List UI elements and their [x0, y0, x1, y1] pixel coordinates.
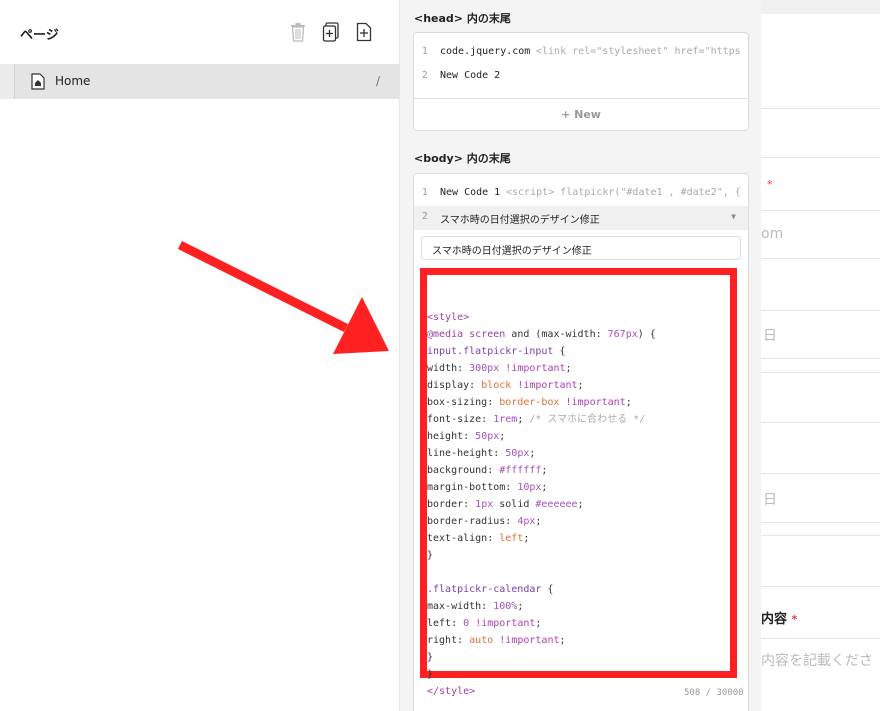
divider: [761, 157, 880, 158]
code-line: }: [427, 652, 434, 663]
code-line: }: [427, 550, 434, 561]
form-preview-panel: * om 日 日 内容 * 内容を記載くださ: [761, 0, 880, 711]
code-line: font-size: 1rem; /* スマホに合わせる */: [427, 414, 646, 425]
code-line: display: block !important;: [427, 380, 584, 391]
code-title-input[interactable]: スマホ時の日付選択のデザイン修正: [421, 236, 741, 260]
screen: ページ Home / <head> 内の末尾 1 code.jquery.com…: [0, 0, 880, 711]
code-name: New Code 2: [440, 70, 501, 81]
code-line: }: [427, 669, 434, 680]
head-section-label: <head> 内の末尾: [414, 12, 511, 25]
divider: [761, 638, 880, 639]
body-code-item-1[interactable]: 1 New Code 1 <script> flatpickr("#date1 …: [414, 182, 748, 206]
add-page-icon[interactable]: [354, 21, 374, 43]
divider: [761, 258, 880, 259]
head-code-item-1[interactable]: 1 code.jquery.com <link rel="stylesheet"…: [414, 41, 748, 65]
code-editor-content: <style> @media screen and (max-width: 767…: [427, 292, 730, 700]
code-line: text-align: left;: [427, 533, 530, 544]
code-line: input.flatpickr-input {: [427, 346, 566, 357]
caret-down-icon[interactable]: ▼: [731, 212, 736, 221]
character-counter: 508 / 30000: [684, 688, 744, 698]
trash-icon[interactable]: [288, 21, 308, 43]
email-placeholder[interactable]: om: [761, 226, 783, 242]
body-section-label: <body> 内の末尾: [414, 152, 511, 165]
add-head-code-button[interactable]: + New: [414, 98, 748, 130]
divider: [761, 473, 880, 474]
divider: [761, 522, 880, 523]
form-top-bar: [761, 0, 880, 14]
code-line: margin-bottom: 10px;: [427, 482, 548, 493]
code-line: border-radius: 4px;: [427, 516, 542, 527]
code-line: width: 300px !important;: [427, 363, 572, 374]
line-number: 2: [422, 70, 428, 81]
page-row-indent: [14, 64, 15, 99]
divider: [761, 210, 880, 211]
code-line: right: auto !important;: [427, 635, 566, 646]
pages-header: ページ: [0, 0, 400, 64]
page-item-home[interactable]: Home /: [0, 64, 400, 99]
divider: [761, 108, 880, 109]
line-number: 1: [422, 46, 428, 57]
divider: [761, 586, 880, 587]
line-number: 2: [422, 211, 428, 222]
code-line: max-width: 100%;: [427, 601, 524, 612]
content-label: 内容 *: [761, 608, 797, 627]
divider: [761, 310, 880, 311]
content-label-text: 内容: [761, 612, 788, 627]
red-arrow-annotation: [177, 240, 389, 354]
divider: [761, 372, 880, 373]
code-name: スマホ時の日付選択のデザイン修正: [440, 215, 600, 226]
line-number: 1: [422, 187, 428, 198]
code-line: .flatpickr-calendar {: [427, 584, 554, 595]
code-line: height: 50px;: [427, 431, 506, 442]
code-line: line-height: 50px;: [427, 448, 536, 459]
content-placeholder[interactable]: 内容を記載くださ: [761, 650, 873, 670]
head-code-item-2[interactable]: 2 New Code 2: [414, 65, 748, 89]
code-line: border: 1px solid #eeeeee;: [427, 499, 584, 510]
duplicate-page-icon[interactable]: [321, 21, 341, 43]
divider: [761, 422, 880, 423]
divider: [761, 535, 880, 536]
code-name: New Code 1: [440, 187, 501, 198]
pages-title: ページ: [20, 28, 59, 43]
code-line: <style>: [427, 312, 470, 323]
date-placeholder-1[interactable]: 日: [763, 325, 777, 345]
required-mark: *: [791, 613, 798, 626]
code-name: code.jquery.com: [440, 46, 531, 57]
home-page-icon: [31, 73, 45, 90]
required-mark: *: [767, 178, 773, 191]
code-editor[interactable]: <style> @media screen and (max-width: 767…: [420, 268, 737, 697]
page-slug: /: [375, 74, 380, 88]
code-line: background: #ffffff;: [427, 465, 548, 476]
code-line: box-sizing: border-box !important;: [427, 397, 632, 408]
date-placeholder-2[interactable]: 日: [763, 489, 777, 509]
code-preview: <link rel="stylesheet" href="https: [536, 46, 741, 57]
body-code-item-2[interactable]: 2 スマホ時の日付選択のデザイン修正 ▼: [414, 206, 748, 230]
divider: [761, 358, 880, 359]
code-line: @media screen and (max-width: 767px) {: [427, 329, 656, 340]
page-name: Home: [55, 74, 91, 88]
head-code-list: 1 code.jquery.com <link rel="stylesheet"…: [413, 32, 749, 131]
code-line: left: 0 !important;: [427, 618, 542, 629]
code-preview: <script> flatpickr("#date1 , #date2", {: [506, 187, 741, 198]
